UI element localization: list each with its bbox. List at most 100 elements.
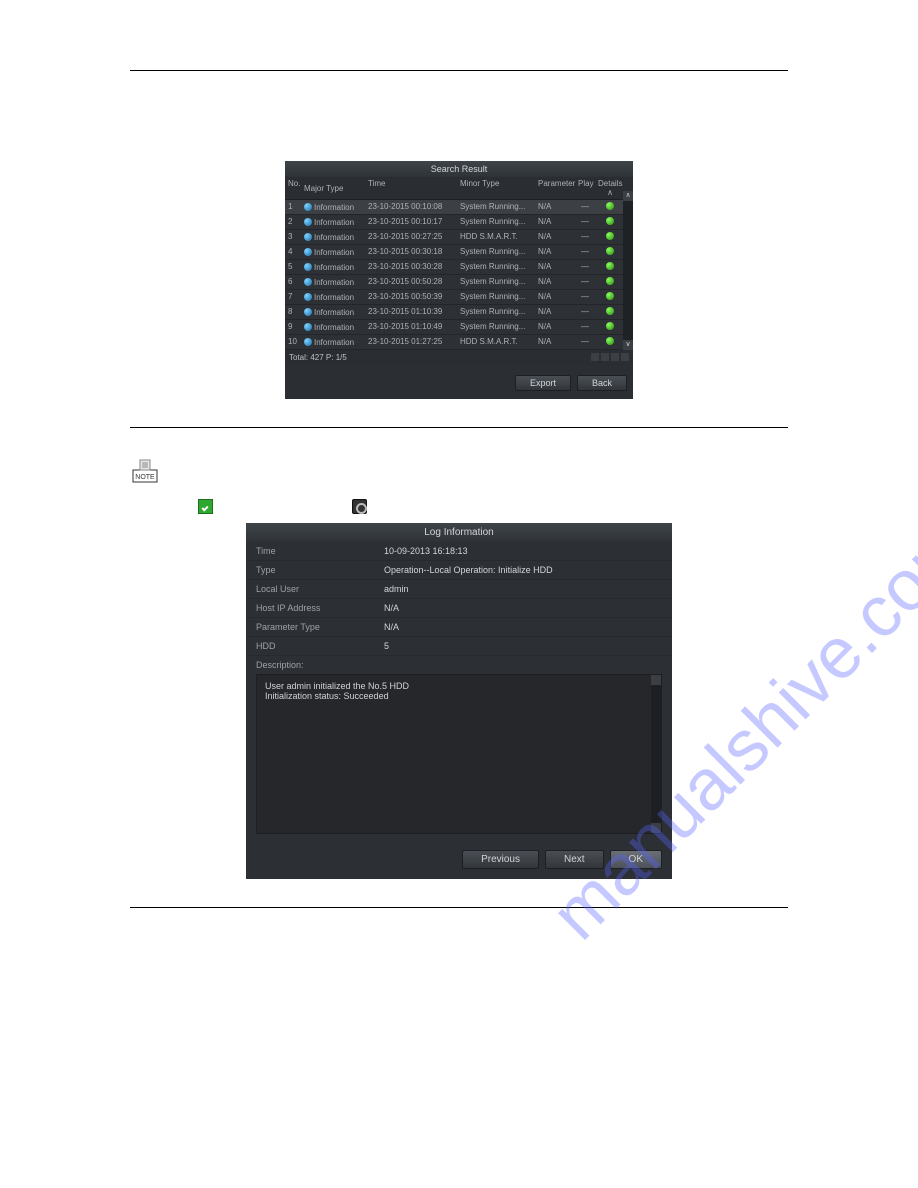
table-row[interactable]: 9 Information23-10-2015 01:10:49System R…: [285, 320, 633, 335]
cell-details[interactable]: [595, 335, 625, 349]
cell-param: N/A: [535, 245, 575, 259]
details-icon: [606, 262, 614, 270]
cell-play: —: [575, 200, 595, 214]
field-hdd: HDD5: [246, 637, 672, 656]
cell-minor: HDD S.M.A.R.T.: [457, 230, 535, 244]
scroll-up-icon[interactable]: ∧: [623, 191, 633, 201]
description-scrollbar[interactable]: [651, 675, 661, 833]
field-host-ip: Host IP AddressN/A: [246, 599, 672, 618]
table-row[interactable]: 1 Information23-10-2015 00:10:08System R…: [285, 200, 633, 215]
table-row[interactable]: 6 Information23-10-2015 00:50:28System R…: [285, 275, 633, 290]
icon-legend: [130, 497, 788, 515]
ok-button[interactable]: OK: [610, 850, 662, 869]
cell-major: Information: [301, 335, 365, 349]
table-row[interactable]: 3 Information23-10-2015 00:27:25HDD S.M.…: [285, 230, 633, 245]
info-icon: [304, 248, 312, 256]
cell-minor: System Running...: [457, 200, 535, 214]
cell-time: 23-10-2015 00:10:08: [365, 200, 457, 214]
cell-play: —: [575, 335, 595, 349]
chevron-up-icon[interactable]: ∧: [607, 188, 613, 197]
cell-param: N/A: [535, 215, 575, 229]
cell-time: 23-10-2015 01:10:49: [365, 320, 457, 334]
cell-no: 9: [285, 320, 301, 334]
table-scrollbar[interactable]: ∧ ∨: [623, 191, 633, 350]
cell-no: 8: [285, 305, 301, 319]
cell-param: N/A: [535, 200, 575, 214]
scroll-down-icon[interactable]: ∨: [623, 340, 633, 350]
cell-no: 1: [285, 200, 301, 214]
cell-details[interactable]: [595, 215, 625, 229]
cell-param: N/A: [535, 320, 575, 334]
cell-param: N/A: [535, 275, 575, 289]
cell-major: Information: [301, 245, 365, 259]
table-row[interactable]: 8 Information23-10-2015 01:10:39System R…: [285, 305, 633, 320]
col-major: Major Type: [301, 177, 365, 199]
field-type: TypeOperation--Local Operation: Initiali…: [246, 561, 672, 580]
cell-time: 23-10-2015 01:27:25: [365, 335, 457, 349]
info-icon: [304, 308, 312, 316]
search-result-panel: Search Result No. Major Type Time Minor …: [285, 161, 633, 399]
cell-major: Information: [301, 260, 365, 274]
divider: [130, 427, 788, 428]
details-icon: [606, 202, 614, 210]
table-row[interactable]: 10 Information23-10-2015 01:27:25HDD S.M…: [285, 335, 633, 350]
cell-no: 10: [285, 335, 301, 349]
cell-minor: System Running...: [457, 275, 535, 289]
cell-details[interactable]: [595, 275, 625, 289]
col-details: Details ∧: [595, 177, 625, 199]
table-row[interactable]: 7 Information23-10-2015 00:50:39System R…: [285, 290, 633, 305]
cell-details[interactable]: [595, 260, 625, 274]
cell-major: Information: [301, 275, 365, 289]
cell-details[interactable]: [595, 200, 625, 214]
info-icon: [304, 203, 312, 211]
previous-button[interactable]: Previous: [462, 850, 539, 869]
table-row[interactable]: 2 Information23-10-2015 00:10:17System R…: [285, 215, 633, 230]
cell-param: N/A: [535, 260, 575, 274]
description-line: Initialization status: Succeeded: [265, 691, 653, 701]
search-result-title: Search Result: [285, 161, 633, 177]
back-button[interactable]: Back: [577, 375, 627, 391]
cell-major: Information: [301, 305, 365, 319]
cell-time: 23-10-2015 00:50:39: [365, 290, 457, 304]
cell-play: —: [575, 215, 595, 229]
pager[interactable]: [591, 353, 629, 362]
cell-details[interactable]: [595, 245, 625, 259]
cell-details[interactable]: [595, 290, 625, 304]
info-icon: [304, 218, 312, 226]
cell-no: 7: [285, 290, 301, 304]
col-param: Parameter: [535, 177, 575, 199]
cell-minor: System Running...: [457, 260, 535, 274]
divider: [130, 907, 788, 908]
cell-param: N/A: [535, 305, 575, 319]
description-line: User admin initialized the No.5 HDD: [265, 681, 653, 691]
log-information-panel: Log Information Time10-09-2013 16:18:13 …: [246, 523, 672, 879]
export-button[interactable]: Export: [515, 375, 571, 391]
col-play: Play: [575, 177, 595, 199]
details-icon: [606, 232, 614, 240]
cell-minor: System Running...: [457, 290, 535, 304]
cell-time: 23-10-2015 00:27:25: [365, 230, 457, 244]
info-icon: [304, 278, 312, 286]
details-icon: [606, 322, 614, 330]
cell-minor: System Running...: [457, 215, 535, 229]
cell-play: —: [575, 275, 595, 289]
cell-details[interactable]: [595, 305, 625, 319]
cell-details[interactable]: [595, 230, 625, 244]
details-icon: [606, 247, 614, 255]
cell-play: —: [575, 260, 595, 274]
table-header-row: No. Major Type Time Minor Type Parameter…: [285, 177, 633, 200]
info-icon: [304, 263, 312, 271]
cell-time: 23-10-2015 00:30:18: [365, 245, 457, 259]
table-row[interactable]: 4 Information23-10-2015 00:30:18System R…: [285, 245, 633, 260]
field-local-user: Local Useradmin: [246, 580, 672, 599]
cell-param: N/A: [535, 230, 575, 244]
cell-param: N/A: [535, 335, 575, 349]
check-icon: [198, 499, 213, 514]
cell-no: 6: [285, 275, 301, 289]
cell-major: Information: [301, 290, 365, 304]
table-row[interactable]: 5 Information23-10-2015 00:30:28System R…: [285, 260, 633, 275]
next-button[interactable]: Next: [545, 850, 604, 869]
cell-play: —: [575, 245, 595, 259]
cell-no: 3: [285, 230, 301, 244]
cell-details[interactable]: [595, 320, 625, 334]
